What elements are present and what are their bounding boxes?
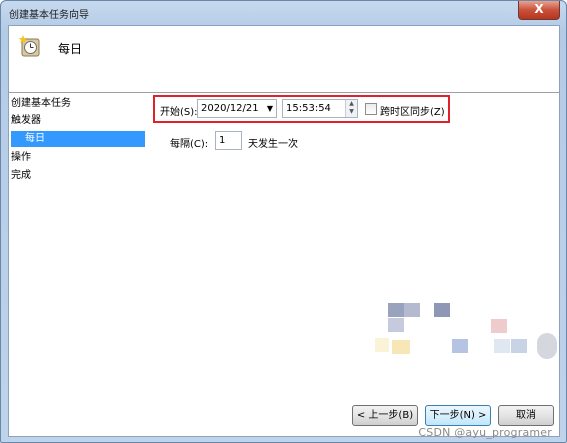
start-time-value: 15:53:54 bbox=[286, 103, 331, 114]
back-button[interactable]: < 上一步(B) bbox=[352, 405, 418, 426]
csdn-watermark: CSDN @ayu_programer bbox=[418, 426, 552, 439]
start-date-value: 2020/12/21 bbox=[201, 103, 259, 114]
recur-days-value: 1 bbox=[219, 135, 226, 146]
wizard-steps-pane: 创建基本任务 触发器 每日 操作 完成 bbox=[9, 93, 147, 436]
wizard-header: 每日 bbox=[9, 26, 559, 93]
sync-timezone-checkbox[interactable] bbox=[365, 103, 377, 115]
cancel-button[interactable]: 取消 bbox=[498, 405, 554, 426]
spin-up-icon[interactable]: ▲ bbox=[346, 100, 357, 108]
step-trigger[interactable]: 触发器 bbox=[11, 113, 41, 129]
start-label: 开始(S): bbox=[160, 107, 198, 118]
spin-down-icon[interactable]: ▼ bbox=[346, 108, 357, 116]
page-title: 每日 bbox=[58, 42, 83, 56]
step-finish[interactable]: 完成 bbox=[11, 168, 31, 184]
sync-timezone-label[interactable]: 跨时区同步(Z) bbox=[380, 103, 445, 118]
step-create-basic-task[interactable]: 创建基本任务 bbox=[11, 96, 71, 112]
recur-suffix-label: 天发生一次 bbox=[248, 139, 298, 150]
recur-label: 每隔(C): bbox=[170, 139, 209, 150]
time-spinner[interactable]: ▲ ▼ bbox=[345, 100, 357, 117]
wizard-content: 开始(S): 2020/12/21 ▼ 15:53:54 ▲ ▼ 跨时区同步(Z… bbox=[147, 93, 559, 436]
close-button[interactable]: X bbox=[518, 1, 560, 20]
step-daily[interactable]: 每日 bbox=[11, 131, 145, 147]
next-button[interactable]: 下一步(N) > bbox=[425, 405, 491, 426]
window-title: 创建基本任务向导 bbox=[9, 10, 89, 21]
recur-days-input[interactable]: 1 bbox=[215, 131, 242, 150]
wizard-client-area: 每日 创建基本任务 触发器 每日 操作 完成 开始(S): 2020/12/21… bbox=[8, 25, 560, 437]
step-action[interactable]: 操作 bbox=[11, 150, 31, 166]
start-date-picker[interactable]: 2020/12/21 ▼ bbox=[197, 99, 277, 118]
title-bar[interactable]: 创建基本任务向导 X bbox=[1, 1, 566, 25]
start-time-input[interactable]: 15:53:54 ▲ ▼ bbox=[282, 99, 358, 118]
wizard-window: 创建基本任务向导 X 每日 创建基本任务 触发器 每日 操作 完成 开始(S): bbox=[0, 0, 567, 443]
chevron-down-icon[interactable]: ▼ bbox=[267, 100, 273, 117]
clock-icon bbox=[19, 35, 40, 57]
